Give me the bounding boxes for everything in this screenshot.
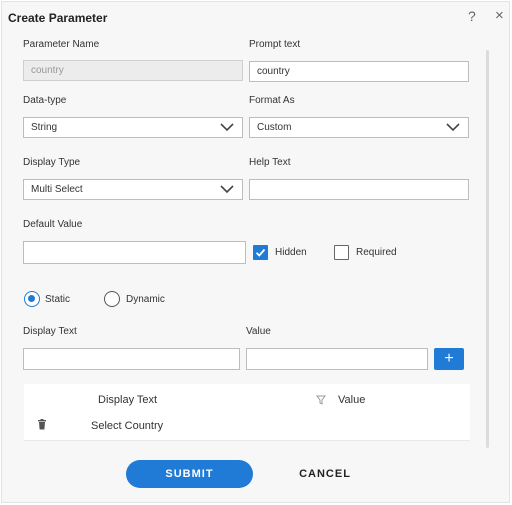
value-label: Value <box>246 326 271 337</box>
values-table: Display Text Value Select Country <box>24 384 470 441</box>
help-text-label: Help Text <box>249 157 291 168</box>
row-display-text: Select Country <box>91 420 164 432</box>
required-label: Required <box>356 247 397 258</box>
cancel-button[interactable]: CANCEL <box>293 460 357 488</box>
chevron-down-icon <box>220 185 234 194</box>
close-icon[interactable]: × <box>495 8 504 24</box>
help-icon[interactable]: ? <box>468 8 476 24</box>
trash-icon[interactable] <box>37 419 47 430</box>
display-text-label: Display Text <box>23 326 77 337</box>
format-as-value: Custom <box>257 122 292 133</box>
display-type-label: Display Type <box>23 157 81 168</box>
parameter-name-field: country <box>23 60 243 81</box>
data-type-value: String <box>31 122 58 133</box>
data-type-label: Data-type <box>23 95 67 106</box>
static-label: Static <box>45 294 71 305</box>
scrollbar[interactable] <box>486 50 489 448</box>
prompt-text-field[interactable]: country <box>249 61 469 82</box>
display-text-field[interactable] <box>23 348 240 370</box>
dynamic-radio[interactable] <box>104 291 120 307</box>
chevron-down-icon <box>446 123 460 132</box>
static-radio[interactable] <box>24 291 40 307</box>
hidden-checkbox[interactable] <box>253 245 268 260</box>
prompt-text-label: Prompt text <box>249 39 301 50</box>
format-as-label: Format As <box>249 95 295 106</box>
dynamic-label: Dynamic <box>126 294 165 305</box>
column-header-value: Value <box>338 394 366 406</box>
dialog-title: Create Parameter <box>8 11 108 25</box>
value-field[interactable] <box>246 348 428 370</box>
chevron-down-icon <box>220 123 234 132</box>
hidden-label: Hidden <box>275 247 307 258</box>
required-checkbox[interactable] <box>334 245 349 260</box>
display-type-value: Multi Select <box>31 184 83 195</box>
submit-button[interactable]: SUBMIT <box>126 460 253 488</box>
format-as-select[interactable]: Custom <box>249 117 469 138</box>
default-value-label: Default Value <box>23 219 83 230</box>
parameter-name-label: Parameter Name <box>23 39 100 50</box>
add-row-button[interactable]: + <box>434 348 464 370</box>
filter-icon[interactable] <box>316 395 326 405</box>
display-type-select[interactable]: Multi Select <box>23 179 243 200</box>
default-value-field[interactable] <box>23 241 246 264</box>
column-header-display-text: Display Text <box>98 394 158 406</box>
help-text-field[interactable] <box>249 179 469 200</box>
checkmark-icon <box>255 248 266 257</box>
create-parameter-dialog: Create Parameter ? × Parameter Name coun… <box>1 1 510 503</box>
data-type-select[interactable]: String <box>23 117 243 138</box>
